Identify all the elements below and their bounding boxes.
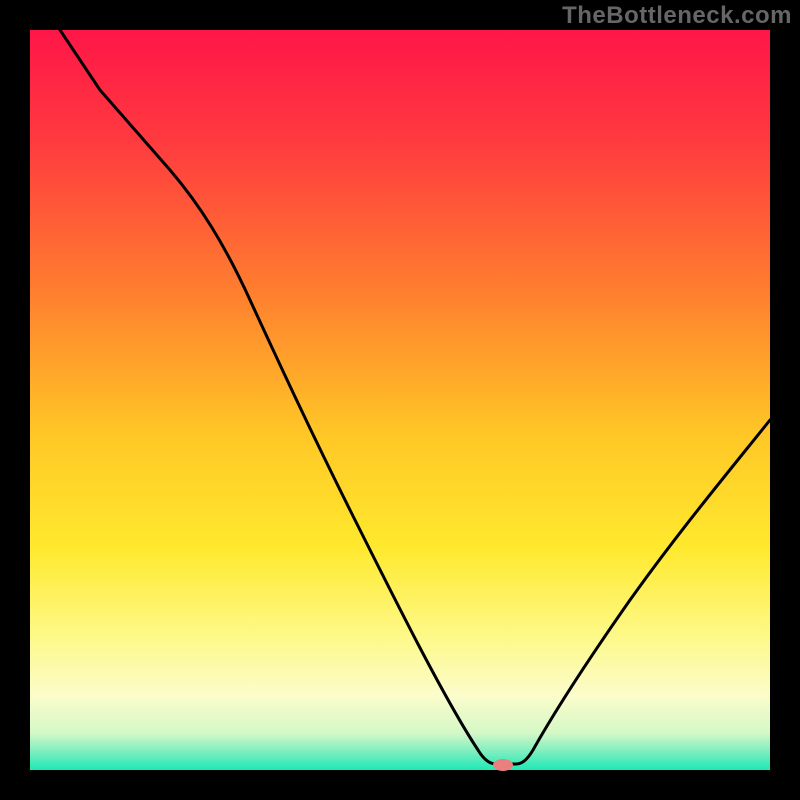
plot-background — [30, 30, 770, 770]
watermark-text: TheBottleneck.com — [562, 2, 792, 30]
optimal-marker — [493, 759, 513, 771]
chart-container: TheBottleneck.com — [0, 0, 800, 800]
bottleneck-chart — [0, 0, 800, 800]
